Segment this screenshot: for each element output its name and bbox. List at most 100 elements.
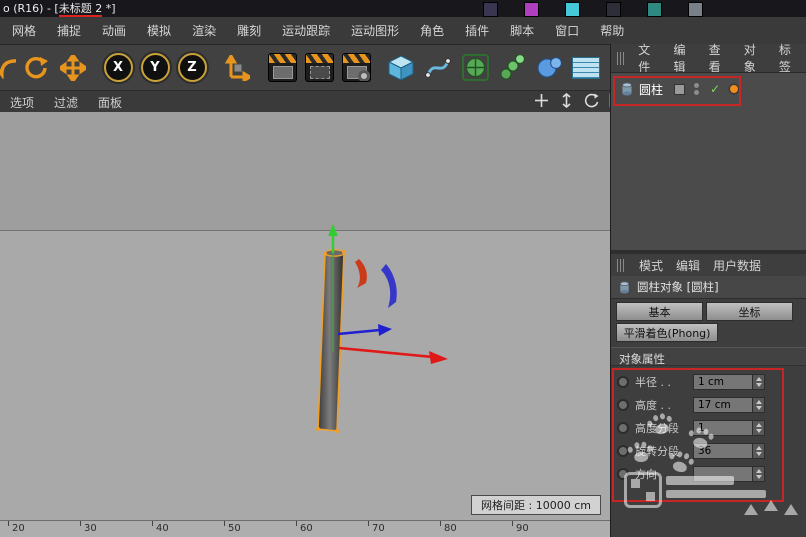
coordinate-system-button[interactable]	[220, 50, 254, 86]
z-axis-handle[interactable]	[337, 324, 392, 336]
metaball-icon	[537, 57, 562, 78]
om-menu-view[interactable]: 查看	[709, 41, 731, 75]
object-manager[interactable]: 圆柱 ✓	[611, 72, 806, 251]
move-tool-button[interactable]	[56, 50, 90, 86]
array-button[interactable]	[569, 50, 603, 86]
om-menu-tags[interactable]: 标签	[779, 41, 801, 75]
stepper-up-icon[interactable]	[755, 423, 762, 427]
menu-plugins[interactable]: 插件	[465, 22, 489, 39]
undo-button[interactable]	[0, 50, 16, 86]
am-menu-mode[interactable]: 模式	[639, 257, 663, 274]
tab-coordinates[interactable]: 坐标	[706, 302, 793, 321]
thumbnail-swatch	[565, 2, 580, 17]
keyframe-circle-icon[interactable]	[617, 468, 629, 480]
z-axis-lock-button[interactable]: Z	[175, 50, 209, 86]
subdivision-surface-icon	[461, 54, 489, 81]
rotate-icon[interactable]	[584, 93, 599, 108]
stepper-control[interactable]	[752, 398, 764, 412]
cinema4d-window: o (R16) - [未标题 2 *] 网格 捕捉 动画 模拟 渲染 雕刻 运动…	[0, 0, 806, 537]
material-tag-icon[interactable]	[730, 85, 739, 93]
rotation-segments-field[interactable]: 36	[693, 443, 765, 459]
thumbnail-swatch	[524, 2, 539, 17]
y-axis-lock-icon: Y	[140, 53, 170, 82]
visibility-dots-icon[interactable]	[694, 83, 700, 95]
layer-swatch-icon[interactable]	[674, 83, 686, 95]
keyframe-circle-icon[interactable]	[617, 422, 629, 434]
am-menu-edit[interactable]: 编辑	[676, 257, 700, 274]
attribute-title-text: 圆柱对象 [圆柱]	[637, 280, 719, 294]
tab-basic[interactable]: 基本	[616, 302, 703, 321]
x-axis-handle[interactable]	[338, 346, 448, 364]
am-menu-userdata[interactable]: 用户数据	[713, 257, 761, 274]
menu-motion-tracker[interactable]: 运动跟踪	[282, 22, 330, 39]
keyframe-circle-icon[interactable]	[617, 445, 629, 457]
keyframe-circle-icon[interactable]	[617, 376, 629, 388]
metaball-button[interactable]	[532, 50, 566, 86]
y-axis-lock-button[interactable]: Y	[138, 50, 172, 86]
menu-mesh[interactable]: 网格	[12, 22, 36, 39]
render-view-button[interactable]	[265, 50, 299, 86]
cylinder-object[interactable]	[316, 249, 346, 433]
om-menu-file[interactable]: 文件	[638, 41, 660, 75]
stepper-control[interactable]	[752, 467, 764, 481]
menu-animate[interactable]: 动画	[102, 22, 126, 39]
z-axis-lock-icon: Z	[177, 53, 207, 82]
stepper-down-icon[interactable]	[755, 406, 762, 410]
menu-script[interactable]: 脚本	[510, 22, 534, 39]
pan-icon[interactable]	[534, 93, 549, 108]
3d-viewport[interactable]: 网格间距 : 10000 cm	[0, 112, 610, 520]
menu-mograph[interactable]: 运动图形	[351, 22, 399, 39]
om-menu-object[interactable]: 对象	[744, 41, 766, 75]
cloner-button[interactable]	[495, 50, 529, 86]
stepper-up-icon[interactable]	[755, 446, 762, 450]
ruler-tick: 20	[8, 521, 25, 534]
stepper-up-icon[interactable]	[755, 377, 762, 381]
x-axis-lock-button[interactable]: X	[101, 50, 135, 86]
timeline-ruler[interactable]: 20 30 40 50 60 70 80 90	[0, 520, 610, 537]
viewport-menu-panel[interactable]: 面板	[98, 94, 122, 111]
stepper-down-icon[interactable]	[755, 452, 762, 456]
stepper-up-icon[interactable]	[755, 469, 762, 473]
scene-gizmos	[316, 224, 448, 433]
viewport-menu-options[interactable]: 选项	[10, 94, 34, 111]
menu-help[interactable]: 帮助	[600, 22, 624, 39]
stepper-up-icon[interactable]	[755, 400, 762, 404]
viewport-menu-filter[interactable]: 过滤	[54, 94, 78, 111]
stepper-control[interactable]	[752, 421, 764, 435]
add-primitive-button[interactable]	[384, 50, 418, 86]
stepper-down-icon[interactable]	[755, 429, 762, 433]
zoom-icon[interactable]	[559, 93, 574, 108]
render-region-button[interactable]	[302, 50, 336, 86]
menu-sculpt[interactable]: 雕刻	[237, 22, 261, 39]
menu-snap[interactable]: 捕捉	[57, 22, 81, 39]
thumbnail-swatch	[688, 2, 703, 17]
stepper-control[interactable]	[752, 375, 764, 389]
rotate-band-blue[interactable]	[381, 264, 397, 308]
subdivision-surface-button[interactable]	[458, 50, 492, 86]
tab-phong[interactable]: 平滑着色(Phong)	[616, 323, 718, 342]
document-title: 未标题 2	[58, 2, 103, 17]
panel-grip-icon[interactable]	[617, 51, 626, 65]
keyframe-circle-icon[interactable]	[617, 399, 629, 411]
object-properties-header: 对象属性	[611, 347, 806, 366]
panel-grip-icon[interactable]	[617, 258, 626, 272]
height-segments-field[interactable]: 1	[693, 420, 765, 436]
menu-window[interactable]: 窗口	[555, 22, 579, 39]
object-row-cylinder[interactable]: 圆柱 ✓	[620, 80, 739, 98]
height-field[interactable]: 17 cm	[693, 397, 765, 413]
stepper-down-icon[interactable]	[755, 383, 762, 387]
om-menu-edit[interactable]: 编辑	[673, 41, 695, 75]
thumbnail-swatch	[606, 2, 621, 17]
orientation-field[interactable]	[693, 466, 765, 482]
radius-field[interactable]: 1 cm	[693, 374, 765, 390]
menu-character[interactable]: 角色	[420, 22, 444, 39]
render-settings-button[interactable]	[339, 50, 373, 86]
menu-render[interactable]: 渲染	[192, 22, 216, 39]
rotate-band-red[interactable]	[355, 259, 367, 288]
add-spline-button[interactable]	[421, 50, 455, 86]
stepper-down-icon[interactable]	[755, 475, 762, 479]
stepper-control[interactable]	[752, 444, 764, 458]
menu-simulate[interactable]: 模拟	[147, 22, 171, 39]
redo-button[interactable]	[19, 50, 53, 86]
enabled-check-icon[interactable]: ✓	[710, 82, 720, 96]
